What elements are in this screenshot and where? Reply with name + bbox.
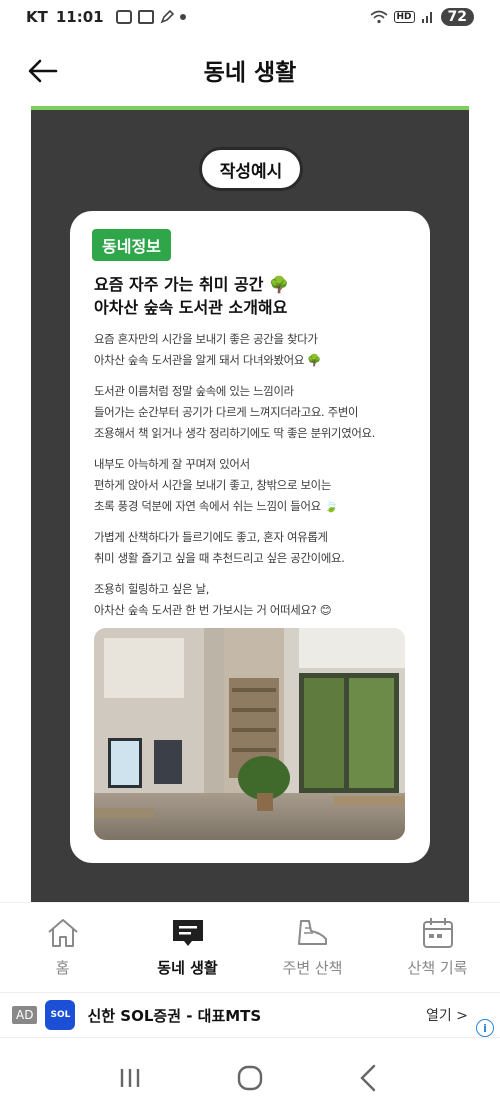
battery-indicator: 72 <box>440 8 474 26</box>
ad-banner[interactable]: AD SOL 신한 SOL증권 - 대표MTS 열기 > i <box>0 992 500 1038</box>
chat-board-icon <box>172 920 203 946</box>
post-paragraph-4: 가볍게 산책하다가 들르기에도 좋고, 혼자 여유롭게 취미 생활 즐기고 싶을… <box>94 530 345 565</box>
grid-icon <box>137 10 154 24</box>
post-paragraph-3: 내부도 아늑하게 잘 꾸며져 있어서 편하게 앉아서 시간을 보내기 좋고, 창… <box>94 457 339 513</box>
post-paragraph-1: 요즘 혼자만의 시간을 보내기 좋은 공간을 찾다가 아차산 숲속 도서관을 알… <box>94 332 322 367</box>
status-bar: KT 11:01 HD 72 <box>0 0 500 34</box>
pen-icon <box>160 10 174 24</box>
carrier-label: KT <box>26 8 48 26</box>
nav-walk-log[interactable]: 산책 기록 <box>375 903 500 990</box>
back-button-icon[interactable] <box>352 1060 388 1096</box>
ad-badge: AD <box>12 1006 38 1024</box>
page-title: 동네 생활 <box>203 60 297 86</box>
post-paragraph-2: 도서관 이름처럼 정말 숲속에 있는 느낌이라 들어가는 순간부터 공기가 다르… <box>94 384 376 440</box>
nav-neighborhood-label: 동네 생활 <box>157 959 218 977</box>
home-button-icon[interactable] <box>232 1060 268 1096</box>
signal-icon <box>421 12 432 23</box>
ad-text: 신한 SOL증권 - 대표MTS <box>87 1006 262 1025</box>
nav-walk-log-label: 산책 기록 <box>407 959 468 977</box>
post-title-line1: 요즘 자주 가는 취미 공간 🌳 <box>94 275 289 294</box>
shoe-icon <box>297 920 327 945</box>
system-nav-bar <box>0 1040 500 1115</box>
nav-neighborhood[interactable]: 동네 생활 <box>125 903 250 990</box>
nav-home-label: 홈 <box>55 959 70 977</box>
info-icon[interactable]: i <box>476 1019 494 1037</box>
nav-walk-nearby[interactable]: 주변 산책 <box>250 903 375 990</box>
nav-walk-nearby-label: 주변 산책 <box>282 959 343 977</box>
hd-badge: HD <box>393 11 415 23</box>
category-tag: 동네정보 <box>92 229 171 261</box>
bottom-nav: 홈 동네 생활 주변 산책 산책 기록 <box>0 902 500 990</box>
example-panel[interactable]: 작성예시 동네정보 요즘 자주 가는 취미 공간 🌳 아차산 숲속 도서관 소개… <box>31 110 469 902</box>
post-paragraph-5: 조용히 힐링하고 싶은 날, 아차산 숲속 도서관 한 번 가보시는 거 어떠세… <box>94 582 332 617</box>
nav-home[interactable]: 홈 <box>0 903 125 990</box>
library-photo <box>94 628 405 840</box>
back-arrow-icon[interactable] <box>26 56 60 86</box>
sol-logo: SOL <box>45 1000 76 1030</box>
notification-dot-icon <box>179 14 186 20</box>
post-card: 동네정보 요즘 자주 가는 취미 공간 🌳 아차산 숲속 도서관 소개해요 요즘… <box>70 211 430 863</box>
app-header: 동네 생활 <box>0 34 500 106</box>
example-label: 작성예시 <box>199 147 303 191</box>
wifi-icon <box>369 10 388 24</box>
ad-open-button[interactable]: 열기 > <box>426 1005 468 1025</box>
post-title: 요즘 자주 가는 취미 공간 🌳 아차산 숲속 도서관 소개해요 <box>94 273 406 319</box>
home-icon <box>47 919 78 947</box>
screenshot-icon <box>115 10 132 24</box>
status-time: 11:01 <box>55 8 104 26</box>
calendar-icon <box>422 918 453 948</box>
recent-apps-icon[interactable] <box>112 1060 148 1096</box>
post-title-line2: 아차산 숲속 도서관 소개해요 <box>94 298 288 317</box>
